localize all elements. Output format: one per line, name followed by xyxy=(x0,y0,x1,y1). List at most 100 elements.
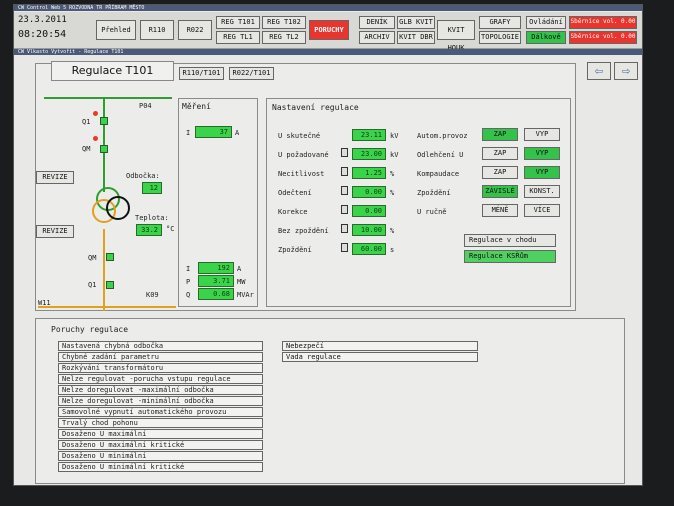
kvit-houk-button[interactable]: KVIT HOUK xyxy=(437,20,475,52)
busbar-top xyxy=(44,97,172,99)
ovladani-label: Ovládání xyxy=(526,16,566,29)
mode-b-button[interactable]: KONST. xyxy=(524,185,560,198)
mode-a-button[interactable]: ZAP xyxy=(482,147,518,160)
title-bar: CW Control Web 5 ROZVODNA TR PŘÍBRAM MĚS… xyxy=(14,5,642,11)
q1b-label: Q1 xyxy=(88,281,97,289)
busbar-label-p04: P04 xyxy=(139,102,152,110)
k09-label: K09 xyxy=(146,291,159,299)
lock-icon[interactable] xyxy=(341,205,348,214)
lock-icon[interactable] xyxy=(341,148,348,157)
reg-t102-button[interactable]: REG T102 xyxy=(262,16,306,29)
setting-label: Necitlivost xyxy=(278,170,325,178)
mereni-row-label: P xyxy=(186,278,191,286)
alarm-badge-2: Sběrnice vol. 0.00 xyxy=(569,31,637,44)
nav-r022-t101-button[interactable]: R022/T101 xyxy=(229,67,274,80)
qm-switch[interactable] xyxy=(100,145,108,153)
qm-label: QM xyxy=(82,145,91,153)
mode-a-button[interactable]: ZÁVISLÉ xyxy=(482,185,518,198)
setting-value[interactable]: 1.25 xyxy=(352,167,386,179)
mode-label: U ručně xyxy=(417,208,447,216)
setting-unit: s xyxy=(390,246,395,254)
revize-button-1[interactable]: REVIZE xyxy=(36,171,74,184)
prehled-button[interactable]: Přehled xyxy=(96,20,136,40)
fault-item: Dosaženo U maximální kritické xyxy=(58,440,263,450)
q1b-switch[interactable] xyxy=(106,281,114,289)
mode-b-button[interactable]: VYP xyxy=(524,128,560,141)
setting-value[interactable]: 0.00 xyxy=(352,205,386,217)
mode-b-button[interactable]: VÍCE xyxy=(524,204,560,217)
denik-button[interactable]: DENÍK xyxy=(359,16,395,29)
app-window: CW Control Web 5 ROZVODNA TR PŘÍBRAM MĚS… xyxy=(13,4,643,486)
q1-switch[interactable] xyxy=(100,117,108,125)
mereni-title: Měření xyxy=(182,102,211,111)
setting-value: 23.11 xyxy=(352,129,386,141)
topologie-button[interactable]: TOPOLOGIE xyxy=(479,31,521,44)
dalkove-button[interactable]: Dálkově xyxy=(526,31,566,44)
setting-value[interactable]: 23.00 xyxy=(352,148,386,160)
setting-label: Bez zpoždění xyxy=(278,227,329,235)
reg-t101-button[interactable]: REG T101 xyxy=(216,16,260,29)
r022-button[interactable]: R022 xyxy=(178,20,212,40)
setting-unit: % xyxy=(390,189,395,197)
toolbar: 23.3.2011 08:20:54 Přehled R110 R022 REG… xyxy=(14,12,642,52)
revize-button-2[interactable]: REVIZE xyxy=(36,225,74,238)
archiv-button[interactable]: ARCHIV xyxy=(359,31,395,44)
status-regulace-ksr: Regulace KSŘům xyxy=(464,250,556,263)
mode-label: Autom.provoz xyxy=(417,132,468,140)
reg-tl1-button[interactable]: REG TL1 xyxy=(216,31,260,44)
lock-icon[interactable] xyxy=(341,186,348,195)
mereni-i-unit: A xyxy=(235,129,240,137)
fault-item: Nastavená chybná odbočka xyxy=(58,341,263,351)
poruchy-button[interactable]: PORUCHY xyxy=(309,20,349,40)
setting-unit: kV xyxy=(390,132,399,140)
kvit-dbr-button[interactable]: KVIT DBR xyxy=(397,31,435,44)
lock-icon[interactable] xyxy=(341,243,348,252)
setting-label: U požadované xyxy=(278,151,329,159)
alarm-badge-1: Sběrnice vol. 0.00 xyxy=(569,16,637,29)
mode-b-button[interactable]: VYP xyxy=(524,166,560,179)
mode-a-button[interactable]: MÉNĚ xyxy=(482,204,518,217)
lock-icon[interactable] xyxy=(341,167,348,176)
mode-a-button[interactable]: ZAP xyxy=(482,128,518,141)
setting-label: Korekce xyxy=(278,208,308,216)
page-title: Regulace T101 xyxy=(51,61,174,81)
odbocka-label: Odbočka: xyxy=(126,172,160,180)
reg-tl2-button[interactable]: REG TL2 xyxy=(262,31,306,44)
fault-item: Nelze doregulovat -maximální odbočka xyxy=(58,385,263,395)
mereni-row-value: 3.71 xyxy=(198,275,234,287)
setting-value[interactable]: 10.00 xyxy=(352,224,386,236)
qm2-switch[interactable] xyxy=(106,253,114,261)
mereni-row-label: I xyxy=(186,265,191,273)
mode-label: Odlehčení U xyxy=(417,151,464,159)
q1-label: Q1 xyxy=(82,118,91,126)
glb-kvit-button[interactable]: GLB KVIT xyxy=(397,16,435,29)
mereni-i-value: 37 xyxy=(195,126,232,138)
fault-item: Nelze regulovat -porucha vstupu regulace xyxy=(58,374,263,384)
nav-r110-t101-button[interactable]: R110/T101 xyxy=(179,67,224,80)
mode-a-button[interactable]: ZAP xyxy=(482,166,518,179)
mereni-row-label: Q xyxy=(186,291,191,299)
fault-item-right: Vada regulace xyxy=(282,352,478,362)
status-regulace-chod: Regulace v chodu xyxy=(464,234,556,247)
setting-unit: % xyxy=(390,227,395,235)
setting-unit: kV xyxy=(390,151,399,159)
teplota-unit: °C xyxy=(166,225,175,233)
setting-value[interactable]: 60.00 xyxy=(352,243,386,255)
back-arrow-icon[interactable]: ⇦ xyxy=(587,62,611,80)
fault-item: Rozkývání transformátoru xyxy=(58,363,263,373)
forward-arrow-icon[interactable]: ⇨ xyxy=(614,62,638,80)
fault-item: Chybné zadání parametru xyxy=(58,352,263,362)
nastaveni-title: Nastavení regulace xyxy=(272,103,359,112)
mereni-i-label: I xyxy=(186,129,191,137)
mode-b-button[interactable]: VYP xyxy=(524,147,560,160)
setting-label: Zpoždění xyxy=(278,246,312,254)
lock-icon[interactable] xyxy=(341,224,348,233)
setting-value[interactable]: 0.00 xyxy=(352,186,386,198)
mode-label: Zpoždění xyxy=(417,189,451,197)
fault-item: Dosaženo U maximální xyxy=(58,429,263,439)
r110-button[interactable]: R110 xyxy=(140,20,174,40)
fault-item: Nelze doregulovat -minimální odbočka xyxy=(58,396,263,406)
busbar-bottom xyxy=(38,306,176,308)
transformer-icon xyxy=(92,187,130,223)
grafy-button[interactable]: GRAFY xyxy=(479,16,521,29)
